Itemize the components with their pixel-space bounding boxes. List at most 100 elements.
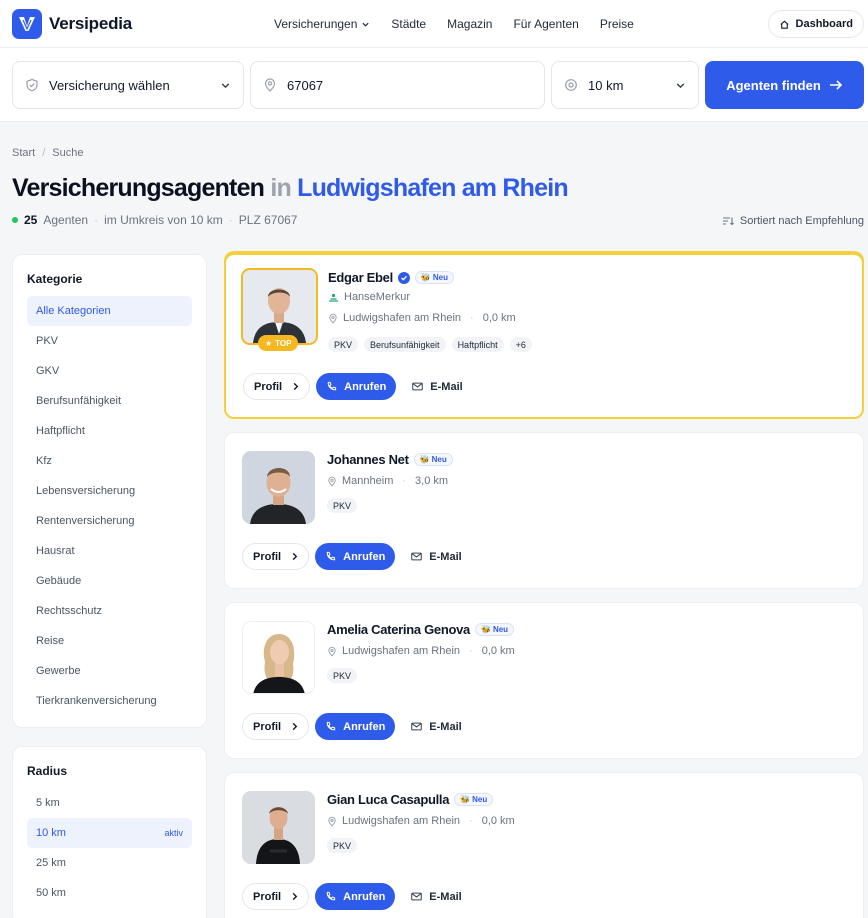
agent-location: Ludwigshafen am Rhein · 0,0 km bbox=[327, 815, 515, 827]
avatar[interactable] bbox=[242, 621, 315, 694]
email-label: E-Mail bbox=[430, 380, 463, 393]
logo[interactable]: Versipedia bbox=[12, 8, 132, 39]
agent-location: Ludwigshafen am Rhein · 0,0 km bbox=[327, 645, 515, 657]
call-label: Anrufen bbox=[343, 890, 386, 903]
category-item[interactable]: Kfz bbox=[27, 446, 192, 476]
breadcrumb-separator: / bbox=[42, 147, 46, 159]
agent-distance: 0,0 km bbox=[481, 815, 515, 827]
email-label: E-Mail bbox=[429, 890, 462, 903]
category-item[interactable]: Haftpflicht bbox=[27, 416, 192, 446]
category-item[interactable]: GKV bbox=[27, 356, 192, 386]
avatar[interactable] bbox=[242, 451, 315, 524]
call-button[interactable]: Anrufen bbox=[315, 883, 396, 910]
page-title: Versicherungsagenten in Ludwigshafen am … bbox=[12, 174, 569, 203]
category-item[interactable]: Berufsunfähigkeit bbox=[27, 386, 192, 416]
avatar[interactable] bbox=[242, 791, 315, 864]
call-label: Anrufen bbox=[344, 380, 387, 393]
agent-card[interactable]: Amelia Caterina Genova 🐝 Neu Ludwigshafen… bbox=[224, 602, 864, 759]
agent-card[interactable]: ★ TOP Edgar Ebel 🐝 Neu HanseMerkur Ludwig… bbox=[224, 253, 864, 419]
radius-option[interactable]: 50 km bbox=[27, 878, 192, 908]
tag: Haftpflicht bbox=[451, 337, 504, 352]
sort-control[interactable]: Sortiert nach Empfehlung bbox=[722, 215, 864, 227]
category-item[interactable]: Lebensversicherung bbox=[27, 476, 192, 506]
bee-icon: 🐝 bbox=[419, 455, 430, 464]
category-item[interactable]: Rechtsschutz bbox=[27, 596, 192, 626]
agent-card[interactable]: Gian Luca Casapulla 🐝 Neu Ludwigshafen am… bbox=[224, 772, 864, 918]
profile-button[interactable]: Profil bbox=[242, 883, 310, 910]
company-name: HanseMerkur bbox=[344, 291, 411, 303]
email-button[interactable]: E-Mail bbox=[401, 543, 471, 570]
tag: PKV bbox=[327, 838, 358, 853]
email-label: E-Mail bbox=[429, 720, 462, 733]
category-item[interactable]: Rentenversicherung bbox=[27, 506, 192, 536]
dashboard-button[interactable]: Dashboard bbox=[767, 10, 864, 38]
radius-option[interactable]: 10 km aktiv bbox=[27, 818, 192, 848]
nav-versicherungen[interactable]: Versicherungen bbox=[274, 17, 370, 31]
nav-magazin[interactable]: Magazin bbox=[447, 17, 492, 31]
category-title: Kategorie bbox=[27, 272, 83, 286]
category-item[interactable]: Tierkrankenversicherung bbox=[27, 686, 192, 716]
category-item[interactable]: Reise bbox=[27, 626, 192, 656]
agent-card[interactable]: Johannes Net 🐝 Neu Mannheim · 3,0 km PKV … bbox=[224, 432, 864, 589]
email-button[interactable]: E-Mail bbox=[402, 373, 472, 400]
nav-preise[interactable]: Preise bbox=[600, 17, 634, 31]
map-pin-icon bbox=[264, 78, 276, 92]
company: HanseMerkur bbox=[328, 291, 410, 303]
profile-button[interactable]: Profil bbox=[242, 713, 310, 740]
chevron-down-icon bbox=[221, 82, 230, 88]
call-button[interactable]: Anrufen bbox=[316, 373, 397, 400]
breadcrumb-home[interactable]: Start bbox=[12, 147, 35, 159]
bee-icon: 🐝 bbox=[460, 795, 471, 804]
breadcrumb: Start / Suche bbox=[12, 147, 84, 159]
radius-option[interactable]: 25 km bbox=[27, 848, 192, 878]
category-item[interactable]: Gewerbe bbox=[27, 656, 192, 686]
company-logo-icon bbox=[329, 293, 338, 302]
agent-name[interactable]: Amelia Caterina Genova 🐝 Neu bbox=[327, 622, 515, 637]
nav-label: Versicherungen bbox=[274, 17, 358, 31]
location-separator: · bbox=[469, 815, 473, 827]
agent-name[interactable]: Gian Luca Casapulla 🐝 Neu bbox=[327, 792, 494, 807]
radius-select[interactable]: 10 km bbox=[551, 61, 699, 109]
email-button[interactable]: E-Mail bbox=[401, 713, 471, 740]
tag-more[interactable]: +6 bbox=[509, 337, 532, 352]
agent-city: Ludwigshafen am Rhein bbox=[343, 312, 462, 324]
profile-button[interactable]: Profil bbox=[242, 543, 310, 570]
radius-panel: Radius 5 km 10 km aktiv 25 km 50 km bbox=[12, 746, 207, 918]
result-count: 25 bbox=[24, 213, 38, 227]
find-agents-button[interactable]: Agenten finden bbox=[705, 61, 864, 109]
find-agents-label: Agenten finden bbox=[726, 77, 821, 93]
email-button[interactable]: E-Mail bbox=[401, 883, 471, 910]
card-actions: Profil Anrufen E-Mail bbox=[242, 883, 472, 910]
radius-option[interactable]: 5 km bbox=[27, 788, 192, 818]
radius-option-label: 10 km bbox=[36, 827, 66, 839]
insurance-select[interactable]: Versicherung wählen bbox=[12, 61, 244, 109]
arrow-right-icon bbox=[829, 80, 842, 90]
location-separator: · bbox=[470, 312, 474, 324]
new-badge-label: Neu bbox=[472, 795, 488, 804]
plz-input[interactable]: 67067 bbox=[250, 61, 545, 109]
profile-button[interactable]: Profil bbox=[243, 373, 311, 400]
chevron-right-icon bbox=[292, 552, 298, 561]
bee-icon: 🐝 bbox=[480, 625, 491, 634]
call-button[interactable]: Anrufen bbox=[315, 713, 396, 740]
category-item[interactable]: Gebäude bbox=[27, 566, 192, 596]
nav-fuer-agenten[interactable]: Für Agenten bbox=[513, 17, 578, 31]
radius-text: im Umkreis von 10 km bbox=[104, 213, 223, 227]
nav-staedte[interactable]: Städte bbox=[391, 17, 426, 31]
category-item[interactable]: Hausrat bbox=[27, 536, 192, 566]
agent-name[interactable]: Johannes Net 🐝 Neu bbox=[327, 452, 453, 467]
profile-label: Profil bbox=[253, 550, 282, 563]
avatar[interactable] bbox=[241, 268, 318, 345]
agent-name-text: Johannes Net bbox=[327, 452, 409, 467]
top-badge: ★ TOP bbox=[258, 335, 299, 351]
agent-name[interactable]: Edgar Ebel 🐝 Neu bbox=[328, 270, 455, 285]
category-item[interactable]: Alle Kategorien bbox=[27, 296, 192, 326]
agent-tags: PKV bbox=[327, 498, 358, 513]
call-button[interactable]: Anrufen bbox=[315, 543, 396, 570]
chevron-right-icon bbox=[292, 722, 298, 731]
phone-icon bbox=[327, 381, 337, 391]
new-badge-label: Neu bbox=[431, 455, 447, 464]
category-item[interactable]: PKV bbox=[27, 326, 192, 356]
home-icon bbox=[780, 20, 789, 29]
agent-name-text: Gian Luca Casapulla bbox=[327, 792, 450, 807]
